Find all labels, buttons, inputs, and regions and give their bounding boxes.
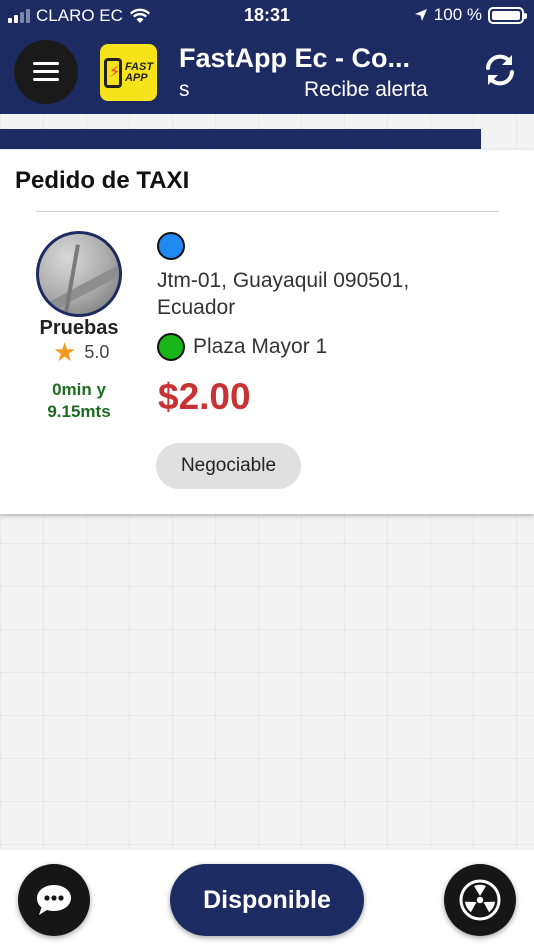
origin-dot-icon [157,232,185,260]
status-bar: CLARO EC 18:31 100 % [0,0,534,30]
phone-bolt-icon: ⚡ [103,57,122,88]
destination-dot-icon [157,333,185,361]
menu-button[interactable] [14,40,78,104]
origin-address: Jtm-01, Guayaquil 090501, Ecuador [157,267,487,321]
status-right: 100 % [414,5,527,25]
eta-distance: 9.15mts [47,402,111,421]
negotiable-badge[interactable]: Negociable [156,443,301,489]
driver-avatar [36,231,122,317]
driver-eta: 0min y 9.15mts [0,379,158,423]
logo-text-fast: FAST [124,60,154,73]
progress-bar [0,129,534,149]
order-card[interactable]: Pedido de TAXI Pruebas ★ 5.0 0min y 9.15… [0,150,534,514]
destination-address: Plaza Mayor 1 [193,335,328,358]
refresh-button[interactable] [478,48,522,92]
app-logo: ⚡ FAST APP [100,44,157,101]
chat-button[interactable] [18,864,90,936]
logo-text-app: APP [124,71,148,84]
order-price: $2.00 [158,376,251,417]
app-subtitle-right: Recibe alerta [304,78,428,101]
refresh-icon [486,54,514,86]
order-title: Pedido de TAXI [15,167,190,194]
driver-rating: ★ 5.0 [53,337,110,367]
battery-icon [488,6,527,24]
radiation-icon [459,879,501,921]
location-arrow-icon [414,9,427,21]
rating-value: 5.0 [84,341,110,362]
eta-time: 0min y [52,380,106,399]
progress-fill [0,129,481,149]
app-title: FastApp Ec - Co... [179,43,411,73]
battery-percent: 100 % [433,5,482,24]
available-button[interactable]: Disponible [170,864,364,936]
app-subtitle-left: s [179,78,190,101]
star-icon: ★ [53,337,77,367]
app-header: CLARO EC 18:31 100 % ⚡ FAST APP FastApp … [0,0,534,114]
origin-line-2: Ecuador [157,296,236,319]
driver-name: Pruebas [39,317,119,339]
alert-button[interactable] [444,864,516,936]
chat-bubble-icon [37,885,71,915]
origin-line-1: Jtm-01, Guayaquil 090501, [157,269,410,292]
divider [36,211,498,212]
hamburger-menu-icon [33,62,59,82]
